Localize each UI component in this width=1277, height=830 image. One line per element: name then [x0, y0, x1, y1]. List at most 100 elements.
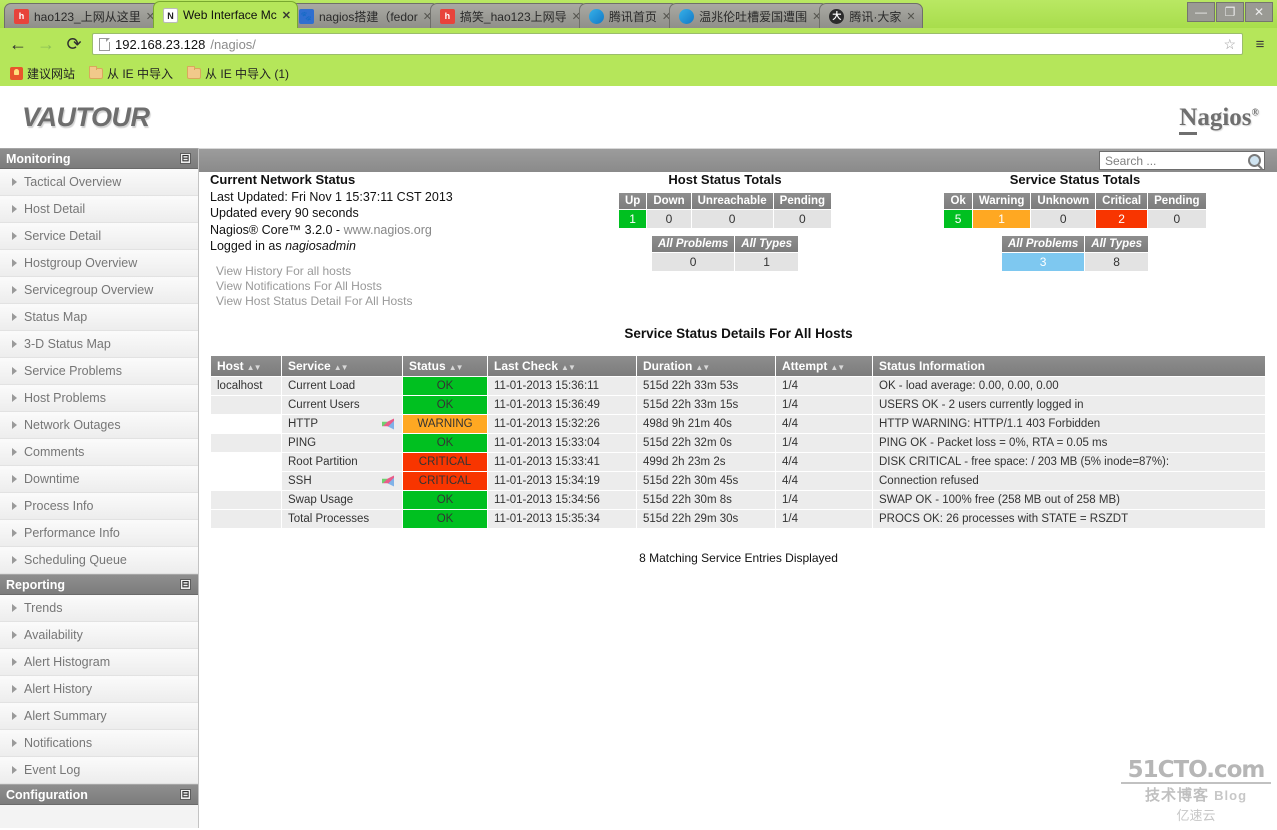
view-history-link[interactable]: View History For all hosts [216, 264, 413, 279]
svc-col-all-problems[interactable]: All Problems [1001, 236, 1085, 252]
table-row[interactable]: Root Partition CRITICAL 11-01-2013 15:33… [211, 453, 1265, 471]
search-icon[interactable] [1248, 154, 1261, 167]
view-host-status-detail-link[interactable]: View Host Status Detail For All Hosts [216, 294, 413, 309]
cell-service[interactable]: Swap Usage [282, 491, 402, 509]
svc-value-all-problems[interactable]: 3 [1001, 253, 1085, 271]
host-value-up[interactable]: 1 [618, 210, 647, 228]
browser-tab-2-active[interactable]: N Web Interface Mc ✕ [152, 1, 298, 28]
bookmark-item-1[interactable]: 从 IE 中导入 [89, 65, 173, 82]
bookmark-item-0[interactable]: 建议网站 [10, 65, 75, 82]
nagios-org-link[interactable]: www.nagios.org [344, 223, 432, 237]
sidebar-item-downtime[interactable]: Downtime [0, 466, 198, 493]
cell-service[interactable]: Current Users [282, 396, 402, 414]
browser-menu-icon[interactable]: ≡ [1251, 36, 1269, 53]
sidebar-item-service-problems[interactable]: Service Problems [0, 358, 198, 385]
host-col-pending[interactable]: Pending [773, 193, 832, 209]
back-button[interactable]: ← [8, 34, 28, 55]
sidebar-item-service-detail[interactable]: Service Detail [0, 223, 198, 250]
browser-tab-7[interactable]: 大 腾讯·大家 ✕ [819, 3, 923, 28]
sidebar-item-alert-history[interactable]: Alert History [0, 676, 198, 703]
sidebar-item-process-info[interactable]: Process Info [0, 493, 198, 520]
sidebar-item-event-log[interactable]: Event Log [0, 757, 198, 784]
host-value-unreachable[interactable]: 0 [691, 210, 773, 228]
sidebar-item-alert-histogram[interactable]: Alert Histogram [0, 649, 198, 676]
tab-close-icon[interactable]: ✕ [906, 10, 915, 23]
cell-service[interactable]: Root Partition [282, 453, 402, 471]
browser-tab-3[interactable]: 🐾 nagios搭建（fedor ✕ [288, 3, 439, 28]
reload-button[interactable]: ⟳ [64, 34, 84, 55]
cell-service[interactable]: Current Load [282, 377, 402, 395]
search-input[interactable]: Search ... [1099, 151, 1265, 170]
cell-service[interactable]: SSH [282, 472, 402, 490]
svc-col-warning[interactable]: Warning [972, 193, 1031, 209]
svc-col-all-types[interactable]: All Types [1085, 236, 1148, 252]
collapse-icon[interactable]: ⊟ [180, 789, 191, 800]
sidebar-item-host-detail[interactable]: Host Detail [0, 196, 198, 223]
sort-arrows-icon[interactable]: ▲▼ [561, 363, 576, 372]
table-row[interactable]: localhost Current Load OK 11-01-2013 15:… [211, 377, 1265, 395]
host-value-all-problems[interactable]: 0 [651, 253, 735, 271]
collapse-icon[interactable]: ⊟ [180, 579, 191, 590]
sidebar-item-hostgroup-overview[interactable]: Hostgroup Overview [0, 250, 198, 277]
sort-arrows-icon[interactable]: ▲▼ [830, 363, 845, 372]
sort-arrows-icon[interactable]: ▲▼ [247, 363, 262, 372]
sort-arrows-icon[interactable]: ▲▼ [695, 363, 710, 372]
sort-arrows-icon[interactable]: ▲▼ [334, 363, 349, 372]
sidebar-item-scheduling-queue[interactable]: Scheduling Queue [0, 547, 198, 574]
col-last-check[interactable]: Last Check ▲▼ [488, 356, 636, 376]
bookmark-item-2[interactable]: 从 IE 中导入 (1) [187, 65, 289, 82]
sidebar-item-performance-info[interactable]: Performance Info [0, 520, 198, 547]
sidebar-item-host-problems[interactable]: Host Problems [0, 385, 198, 412]
col-status[interactable]: Status ▲▼ [403, 356, 487, 376]
col-service[interactable]: Service ▲▼ [282, 356, 402, 376]
browser-tab-4[interactable]: h 搞笑_hao123上网导 ✕ [429, 3, 588, 28]
sidebar-section-configuration[interactable]: Configuration ⊟ [0, 784, 198, 805]
svc-value-critical[interactable]: 2 [1096, 210, 1148, 228]
table-row[interactable]: Swap Usage OK 11-01-2013 15:34:56 515d 2… [211, 491, 1265, 509]
host-value-all-types[interactable]: 1 [735, 253, 798, 271]
cell-service[interactable]: Total Processes [282, 510, 402, 528]
cell-service[interactable]: PING [282, 434, 402, 452]
browser-tab-5[interactable]: 腾讯首页 ✕ [578, 3, 679, 28]
maximize-button[interactable]: ❐ [1216, 2, 1244, 22]
col-duration[interactable]: Duration ▲▼ [637, 356, 775, 376]
sidebar-item-servicegroup-overview[interactable]: Servicegroup Overview [0, 277, 198, 304]
svc-col-critical[interactable]: Critical [1096, 193, 1148, 209]
sidebar-item-tactical-overview[interactable]: Tactical Overview [0, 169, 198, 196]
close-window-button[interactable]: ✕ [1245, 2, 1273, 22]
col-attempt[interactable]: Attempt ▲▼ [776, 356, 872, 376]
notifications-disabled-icon[interactable] [382, 475, 394, 487]
sidebar-item-alert-summary[interactable]: Alert Summary [0, 703, 198, 730]
address-bar[interactable]: 192.168.23.128/nagios/ ☆ [92, 33, 1243, 55]
table-row[interactable]: Total Processes OK 11-01-2013 15:35:34 5… [211, 510, 1265, 528]
col-host[interactable]: Host ▲▼ [211, 356, 281, 376]
host-value-down[interactable]: 0 [647, 210, 691, 228]
table-row[interactable]: SSH CRITICAL 11-01-2013 15:34:19 515d 22… [211, 472, 1265, 490]
svc-value-unknown[interactable]: 0 [1031, 210, 1096, 228]
sidebar-item-availability[interactable]: Availability [0, 622, 198, 649]
bookmark-star-icon[interactable]: ☆ [1223, 36, 1236, 53]
host-col-all-problems[interactable]: All Problems [651, 236, 735, 252]
forward-button[interactable]: → [36, 34, 56, 55]
browser-tab-6[interactable]: 温兆伦吐槽爱国遭围 ✕ [669, 3, 829, 28]
svc-value-warning[interactable]: 1 [972, 210, 1031, 228]
view-notifications-link[interactable]: View Notifications For All Hosts [216, 279, 413, 294]
svc-col-pending[interactable]: Pending [1148, 193, 1206, 209]
sidebar-item-network-outages[interactable]: Network Outages [0, 412, 198, 439]
sidebar-item-notifications[interactable]: Notifications [0, 730, 198, 757]
tab-close-icon[interactable]: ✕ [282, 9, 291, 22]
svc-value-all-types[interactable]: 8 [1085, 253, 1148, 271]
sidebar-item-trends[interactable]: Trends [0, 595, 198, 622]
notifications-disabled-icon[interactable] [382, 418, 394, 430]
table-row[interactable]: Current Users OK 11-01-2013 15:36:49 515… [211, 396, 1265, 414]
sidebar-item-comments[interactable]: Comments [0, 439, 198, 466]
host-col-down[interactable]: Down [647, 193, 691, 209]
host-value-pending[interactable]: 0 [773, 210, 832, 228]
collapse-icon[interactable]: ⊟ [180, 153, 191, 164]
sort-arrows-icon[interactable]: ▲▼ [449, 363, 464, 372]
sidebar-item-status-map[interactable]: Status Map [0, 304, 198, 331]
svc-value-ok[interactable]: 5 [944, 210, 972, 228]
minimize-button[interactable]: — [1187, 2, 1215, 22]
host-col-up[interactable]: Up [618, 193, 647, 209]
host-col-all-types[interactable]: All Types [735, 236, 798, 252]
